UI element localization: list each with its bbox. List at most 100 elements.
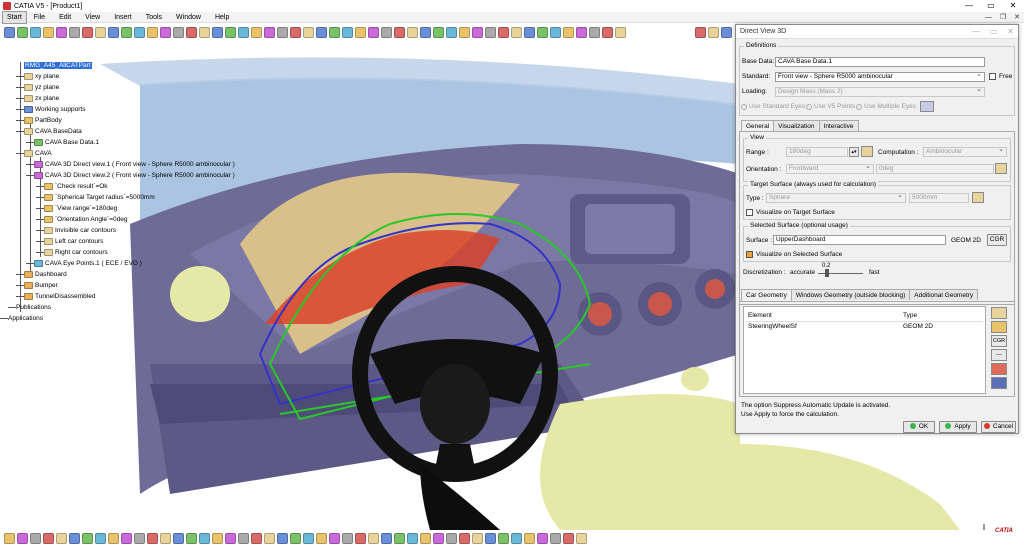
toolbar-tool-icon[interactable] xyxy=(108,533,119,544)
free-checkbox[interactable] xyxy=(989,73,996,80)
toolbar-tool-icon[interactable] xyxy=(433,533,444,544)
toolbar-tool-icon[interactable] xyxy=(459,27,470,38)
tree-node[interactable]: yz plane xyxy=(24,82,59,92)
toolbar-tool-icon[interactable] xyxy=(4,533,15,544)
use-standard-eyes-radio[interactable] xyxy=(741,104,747,110)
minimize-button[interactable]: — xyxy=(958,0,980,12)
toolbar-tool-icon[interactable] xyxy=(160,533,171,544)
toolbar-tool-icon[interactable] xyxy=(134,27,145,38)
toolbar-tool-icon[interactable] xyxy=(708,27,719,38)
toolbar-tool-icon[interactable] xyxy=(121,27,132,38)
doc-restore-button[interactable]: ❐ xyxy=(1000,12,1006,23)
toolbar-tool-icon[interactable] xyxy=(95,533,106,544)
toolbar-tool-icon[interactable] xyxy=(147,533,158,544)
toolbar-tool-icon[interactable] xyxy=(303,27,314,38)
toolbar-tool-icon[interactable] xyxy=(420,27,431,38)
base-data-field[interactable]: CAVA Base Data.1 xyxy=(775,57,985,67)
toolbar-tool-icon[interactable] xyxy=(446,27,457,38)
tree-node[interactable]: xy plane xyxy=(24,71,59,81)
toolbar-tool-icon[interactable] xyxy=(186,27,197,38)
toolbar-tool-icon[interactable] xyxy=(173,27,184,38)
toolbar-tool-icon[interactable] xyxy=(277,533,288,544)
tree-node[interactable]: Publications xyxy=(16,302,51,312)
use-multiple-eyes-radio[interactable] xyxy=(856,104,862,110)
tree-node[interactable]: CAVA 3D Direct view.1 ( Front view - Sph… xyxy=(34,159,235,169)
menu-window[interactable]: Window xyxy=(169,12,208,23)
toolbar-tool-icon[interactable] xyxy=(173,533,184,544)
toolbar-tool-icon[interactable] xyxy=(459,533,470,544)
remove-geometry-icon[interactable] xyxy=(991,363,1007,375)
cancel-button[interactable]: Cancel xyxy=(981,421,1016,433)
dialog-close-icon[interactable]: ✕ xyxy=(1007,25,1014,39)
toolbar-tool-icon[interactable] xyxy=(342,533,353,544)
toolbar-tool-icon[interactable] xyxy=(381,533,392,544)
tree-node[interactable]: CAVA Eye Points.1 ( ECE / EVG ) xyxy=(34,258,142,268)
tab-interactive[interactable]: Interactive xyxy=(818,120,859,131)
add-multiple-icon[interactable] xyxy=(991,321,1007,333)
toolbar-tool-icon[interactable] xyxy=(329,533,340,544)
toolbar-tool-icon[interactable] xyxy=(238,533,249,544)
range-field[interactable]: 180deg xyxy=(786,147,848,157)
toolbar-tool-icon[interactable] xyxy=(394,27,405,38)
toolbar-tool-icon[interactable] xyxy=(4,27,15,38)
dialog-minimize-icon[interactable]: — xyxy=(972,25,980,39)
toolbar-tool-icon[interactable] xyxy=(186,533,197,544)
cgr-geometry-button[interactable]: CGR xyxy=(991,335,1007,347)
toolbar-tool-icon[interactable] xyxy=(485,27,496,38)
toolbar-tool-icon[interactable] xyxy=(602,27,613,38)
doc-close-button[interactable]: ✕ xyxy=(1014,12,1020,23)
toolbar-tool-icon[interactable] xyxy=(394,533,405,544)
toolbar-tool-icon[interactable] xyxy=(537,533,548,544)
maximize-button[interactable]: ▭ xyxy=(980,0,1002,12)
orientation-combo[interactable]: Frontward xyxy=(786,164,874,174)
toolbar-tool-icon[interactable] xyxy=(264,533,275,544)
toolbar-tool-icon[interactable] xyxy=(511,27,522,38)
toolbar-tool-icon[interactable] xyxy=(43,27,54,38)
target-formula-icon[interactable] xyxy=(972,192,984,203)
target-radius-field[interactable]: 5000mm xyxy=(909,193,969,203)
toolbar-tool-icon[interactable] xyxy=(69,533,80,544)
discretization-slider-thumb[interactable] xyxy=(825,269,829,277)
use-v5-points-radio[interactable] xyxy=(806,104,812,110)
toolbar-tool-icon[interactable] xyxy=(212,27,223,38)
toolbar-tool-icon[interactable] xyxy=(355,27,366,38)
toolbar-tool-icon[interactable] xyxy=(316,533,327,544)
toolbar-tool-icon[interactable] xyxy=(225,27,236,38)
toolbar-tool-icon[interactable] xyxy=(290,533,301,544)
tree-node[interactable]: CAVA 3D Direct view.2 ( Front view - Sph… xyxy=(34,170,235,180)
apply-button[interactable]: Apply xyxy=(939,421,977,433)
toolbar-tool-icon[interactable] xyxy=(251,533,262,544)
loading-combo[interactable]: Design Mass (Mass 2) xyxy=(775,87,985,97)
toolbar-tool-icon[interactable] xyxy=(563,27,574,38)
toolbar-tool-icon[interactable] xyxy=(485,533,496,544)
tree-node[interactable]: PartBody xyxy=(24,115,62,125)
toolbar-tool-icon[interactable] xyxy=(199,533,210,544)
ok-button[interactable]: OK xyxy=(903,421,935,433)
toolbar-tool-icon[interactable] xyxy=(576,27,587,38)
visualize-target-checkbox[interactable] xyxy=(746,209,753,216)
toolbar-tool-icon[interactable] xyxy=(121,533,132,544)
toolbar-tool-icon[interactable] xyxy=(290,27,301,38)
tree-node[interactable]: Invisible car contours xyxy=(44,225,116,235)
toolbar-tool-icon[interactable] xyxy=(368,27,379,38)
tree-node[interactable]: Working supports xyxy=(24,104,85,114)
toolbar-tool-icon[interactable] xyxy=(134,533,145,544)
toolbar-tool-icon[interactable] xyxy=(576,533,587,544)
tab-windows-geometry[interactable]: Windows Geometry (outside blocking) xyxy=(790,289,911,300)
surface-field[interactable]: UpperDashboard xyxy=(773,235,946,245)
visualize-selected-checkbox[interactable] xyxy=(746,251,753,258)
toolbar-tool-icon[interactable] xyxy=(147,27,158,38)
tab-visualization[interactable]: Visualization xyxy=(773,120,820,131)
range-formula-icon[interactable] xyxy=(861,146,873,157)
menu-file[interactable]: File xyxy=(27,12,52,23)
toolbar-tool-icon[interactable] xyxy=(355,533,366,544)
toolbar-tool-icon[interactable] xyxy=(524,27,535,38)
toolbar-tool-icon[interactable] xyxy=(212,533,223,544)
geometry-list-icon[interactable] xyxy=(991,377,1007,389)
menu-tools[interactable]: Tools xyxy=(139,12,169,23)
menu-insert[interactable]: Insert xyxy=(107,12,139,23)
tree-node[interactable]: zx plane xyxy=(24,93,59,103)
standard-combo[interactable]: Front view - Sphere R5000 ambinocular xyxy=(775,72,985,82)
line-tool-button[interactable]: — xyxy=(991,349,1007,361)
tree-node[interactable]: TunnelDisassembled xyxy=(24,291,95,301)
